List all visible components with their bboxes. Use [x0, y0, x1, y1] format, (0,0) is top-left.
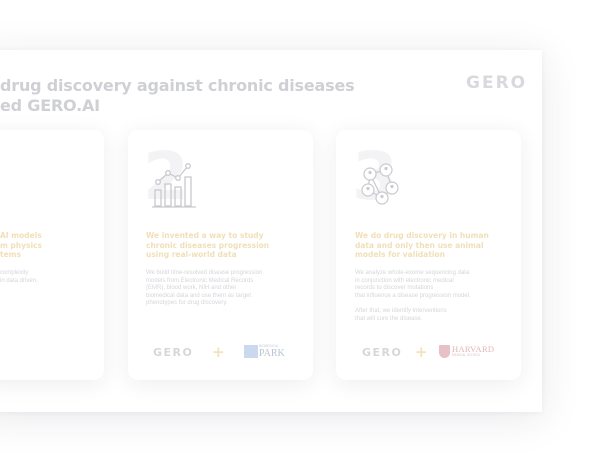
card-3-gero-logo: GERO — [362, 346, 403, 359]
card-1-body: complexity in data driven. — [0, 270, 38, 284]
card-3-body: We analyze whole-exome sequencing data i… — [355, 270, 471, 322]
gero-logo: GERO — [466, 73, 528, 93]
slide-title-line-2: ed GERO.AI — [0, 96, 100, 115]
card-2-gero-logo: GERO — [153, 346, 194, 359]
bar-chart-icon — [152, 163, 196, 208]
card-3-plus-icon: + — [415, 343, 428, 361]
harvard-shield-icon — [439, 345, 450, 358]
slide-title-line-1: drug discovery against chronic diseases — [0, 76, 355, 95]
card-1-heading: AI models m physics tems — [0, 231, 42, 259]
card-3-heading: We do drug discovery in human data and o… — [355, 231, 489, 259]
people-network-icon — [361, 163, 399, 205]
biomedical-park-mark-icon — [244, 345, 258, 358]
slide-title: drug discovery against chronic diseases … — [0, 76, 355, 116]
card-2-body: We build time-resolved disease progressi… — [146, 270, 263, 307]
card-2-plus-icon: + — [212, 343, 225, 361]
card-2-heading: We invented a way to study chronic disea… — [146, 231, 270, 259]
